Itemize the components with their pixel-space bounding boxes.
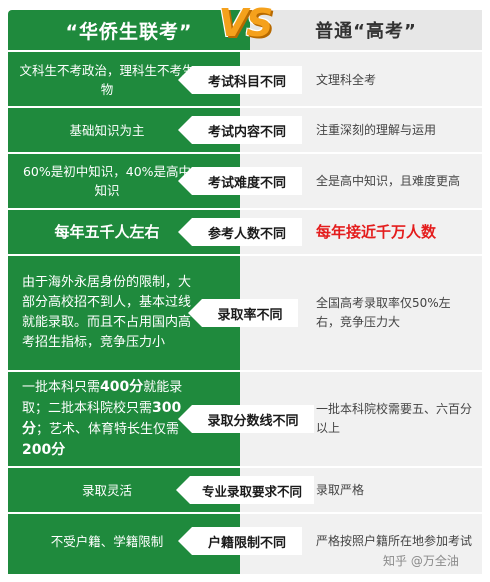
row-content: 基础知识为主 考试内容不同 注重深刻的理解与运用 <box>8 108 482 152</box>
row-right-text: 全国高考录取率仅50%左右，竞争压力大 <box>316 296 451 329</box>
comparison-card: “华侨生联考” 普通“高考” VS 文科生不考政治，理科生不考生物 考试科目不同… <box>0 0 490 582</box>
row-right-text: 文理科全考 <box>316 72 377 87</box>
row-score-line: 一批本科只需400分就能录取；二批本科院校只需300分；艺术、体育特长生仅需20… <box>8 372 482 466</box>
watermark: 知乎 @万全油 <box>383 554 459 568</box>
row-right-text: 全是高中知识，且难度更高 <box>316 173 461 188</box>
row-tag: 考试内容不同 <box>178 116 302 144</box>
row-tag: 户籍限制不同 <box>178 527 302 555</box>
row-tag: 专业录取要求不同 <box>176 476 314 504</box>
row-participants: 每年五千人左右 参考人数不同 每年接近千万人数 <box>8 210 482 254</box>
row-right-text: 每年接近千万人数 <box>316 222 437 241</box>
row-tag: 参考人数不同 <box>178 218 302 246</box>
row-tag: 考试难度不同 <box>178 167 302 195</box>
row-admission-rate: 由于海外永居身份的限制，大部分高校招不到人，基本过线就能录取。而且不占用国内高考… <box>8 256 482 370</box>
row-major-requirement: 录取灵活 专业录取要求不同 录取严格 <box>8 468 482 512</box>
vs-badge: VS <box>218 1 274 45</box>
row-tag: 考试科目不同 <box>178 66 302 94</box>
row-difficulty: 60%是初中知识，40%是高中知识 考试难度不同 全是高中知识，且难度更高 <box>8 154 482 208</box>
row-subjects: 文科生不考政治，理科生不考生物 考试科目不同 文理科全考 <box>8 54 482 106</box>
row-right-text: 注重深刻的理解与运用 <box>316 122 437 137</box>
row-right-text: 录取严格 <box>316 482 365 497</box>
row-tag: 录取分数线不同 <box>178 405 314 433</box>
row-right-text: 一批本科院校需要五、六百分以上 <box>316 402 473 435</box>
row-tag: 录取率不同 <box>188 299 298 327</box>
